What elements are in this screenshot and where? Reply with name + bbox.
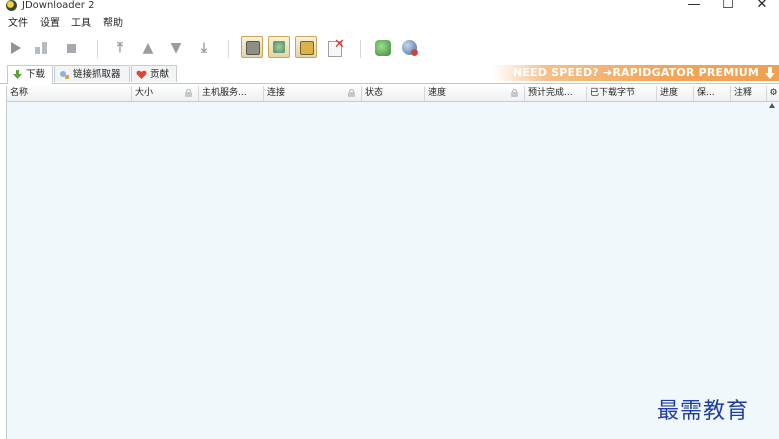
tab-bar: 下载 链接抓取器 贡献 NEED SPEED? ➔RAPIDGATOR PREM… bbox=[0, 64, 779, 84]
clipboard-observer-icon[interactable] bbox=[241, 36, 263, 58]
menu-tools[interactable]: 工具 bbox=[71, 16, 91, 32]
minimize-button[interactable]: — bbox=[678, 0, 710, 13]
move-up-icon[interactable]: ▲ bbox=[138, 38, 158, 58]
premium-banner[interactable]: NEED SPEED? ➔RAPIDGATOR PREMIUM bbox=[494, 65, 779, 81]
scroll-up-icon[interactable] bbox=[769, 103, 775, 108]
move-bottom-icon[interactable]: ⤓ bbox=[194, 38, 214, 58]
reconnect-icon[interactable] bbox=[373, 38, 393, 58]
download-arrow-icon bbox=[765, 67, 775, 79]
title-bar: JDownloader 2 — ☐ ✕ bbox=[0, 0, 779, 13]
menu-help[interactable]: 帮助 bbox=[103, 16, 123, 32]
menu-bar: 文件 设置 工具 帮助 bbox=[0, 16, 779, 32]
maximize-button[interactable]: ☐ bbox=[712, 0, 744, 13]
tab-contribute[interactable]: 贡献 bbox=[131, 65, 177, 82]
toolbar-separator bbox=[360, 40, 361, 58]
column-progress[interactable]: 进度 bbox=[657, 86, 694, 101]
lock-icon bbox=[511, 89, 518, 97]
column-speed[interactable]: 速度 bbox=[425, 86, 525, 101]
stop-downloads-icon[interactable] bbox=[62, 38, 82, 58]
menu-file[interactable]: 文件 bbox=[8, 16, 28, 32]
column-status[interactable]: 状态 bbox=[362, 86, 425, 101]
download-table[interactable]: 名称 大小 主机服务... 连接 状态 速度 预计完成... 已下载字节 进度 … bbox=[6, 86, 779, 439]
tab-contribute-label: 贡献 bbox=[150, 69, 170, 80]
premium-banner-text: NEED SPEED? ➔RAPIDGATOR PREMIUM bbox=[512, 66, 759, 79]
toolbar: ⤒ ▲ ▼ ⤓ ✕ bbox=[0, 34, 779, 62]
toolbar-separator bbox=[228, 40, 229, 58]
start-downloads-icon[interactable] bbox=[6, 38, 26, 58]
move-top-icon[interactable]: ⤒ bbox=[110, 38, 130, 58]
silent-mode-icon[interactable]: ✕ bbox=[325, 38, 345, 58]
lock-icon bbox=[185, 89, 192, 97]
update-icon[interactable] bbox=[400, 38, 420, 58]
tab-downloads-label: 下载 bbox=[26, 69, 46, 80]
column-bytes-loaded[interactable]: 已下载字节 bbox=[587, 86, 657, 101]
tab-downloads[interactable]: 下载 bbox=[7, 65, 53, 84]
column-save-to[interactable]: 保... bbox=[694, 86, 731, 101]
close-button[interactable]: ✕ bbox=[746, 0, 778, 13]
column-host[interactable]: 主机服务... bbox=[199, 86, 264, 101]
menu-settings[interactable]: 设置 bbox=[40, 16, 60, 32]
watermark: 最需教育 bbox=[657, 399, 750, 424]
download-arrow-icon bbox=[13, 70, 22, 79]
tab-link-grabber[interactable]: 链接抓取器 bbox=[54, 65, 130, 82]
jdownloader-logo-icon bbox=[6, 0, 17, 11]
column-settings-icon[interactable]: ⚙ bbox=[767, 86, 779, 101]
tab-link-grabber-label: 链接抓取器 bbox=[73, 69, 121, 80]
lock-icon bbox=[348, 89, 355, 97]
column-comment[interactable]: 注释 bbox=[731, 86, 767, 101]
pause-downloads-icon[interactable] bbox=[32, 38, 52, 58]
toolbar-separator bbox=[97, 40, 98, 58]
column-size-label: 大小 bbox=[135, 88, 154, 98]
table-header: 名称 大小 主机服务... 连接 状态 速度 预计完成... 已下载字节 进度 … bbox=[7, 86, 779, 102]
heart-icon bbox=[136, 70, 147, 79]
premium-toggle-icon[interactable] bbox=[295, 36, 317, 58]
column-name[interactable]: 名称 bbox=[7, 86, 132, 101]
window-title: JDownloader 2 bbox=[22, 0, 95, 11]
auto-reconnect-icon[interactable] bbox=[268, 36, 290, 58]
column-eta[interactable]: 预计完成... bbox=[525, 86, 587, 101]
link-grabber-icon bbox=[60, 71, 69, 79]
move-down-icon[interactable]: ▼ bbox=[166, 38, 186, 58]
